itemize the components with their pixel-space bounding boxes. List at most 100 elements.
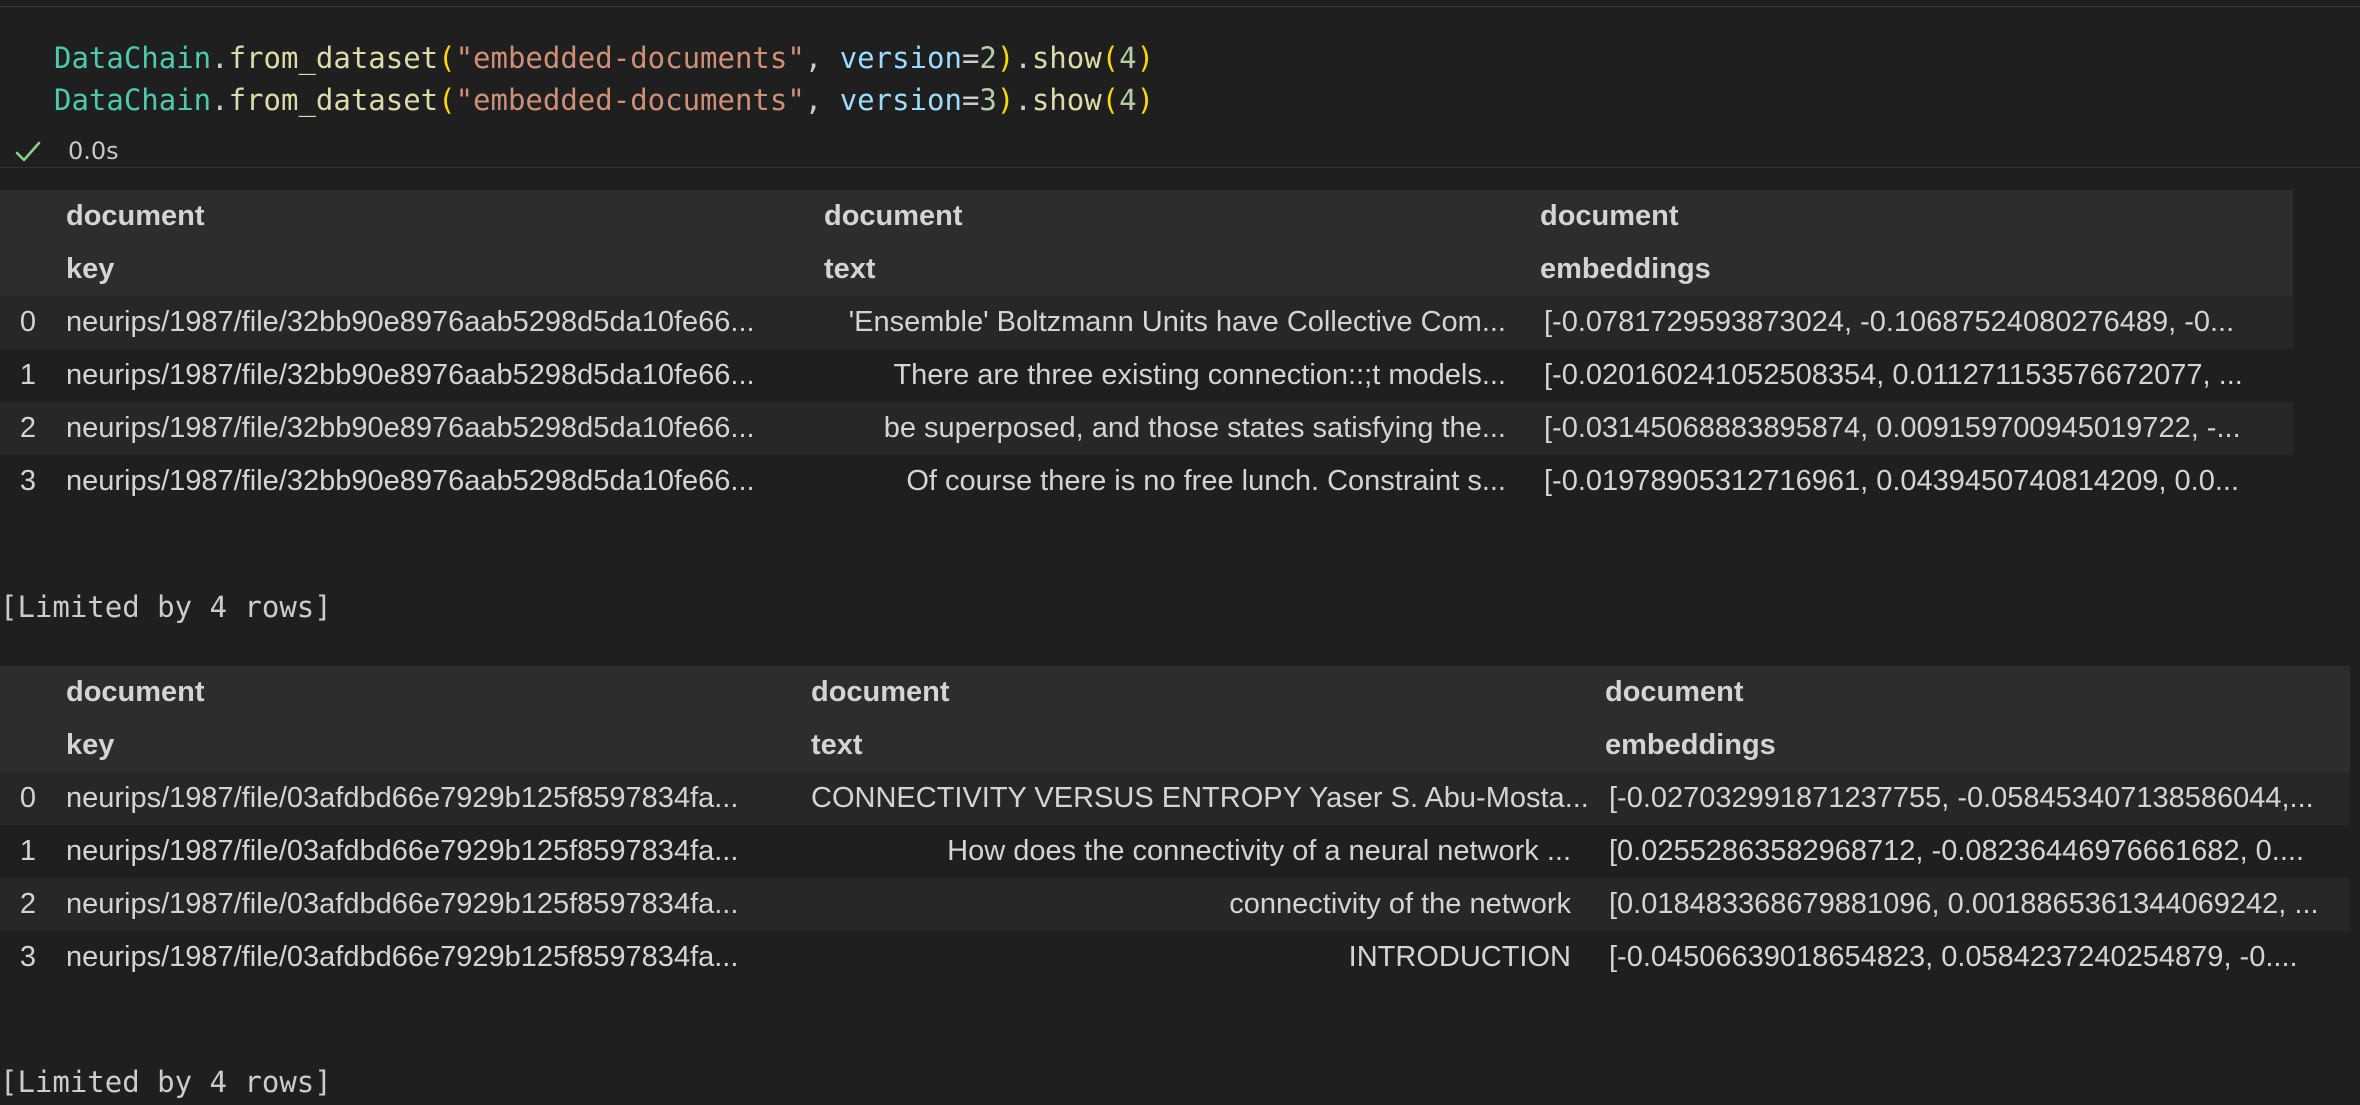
code-token-string: "embedded-documents" xyxy=(455,83,805,117)
subheader-cell: key xyxy=(66,253,115,285)
code-token-equals: = xyxy=(961,41,980,75)
code-token-paren: ) xyxy=(996,83,1015,117)
subheader-cell: text xyxy=(811,729,863,761)
row-index: 2 xyxy=(19,888,37,920)
check-icon xyxy=(15,141,41,162)
key-cell: neurips/1987/file/32bb90e8976aab5298d5da… xyxy=(66,306,755,338)
code-token-paren: ) xyxy=(1136,83,1155,117)
text-cell: Of course there is no free lunch. Constr… xyxy=(906,465,1506,497)
code-token-dot: . xyxy=(1014,41,1032,75)
table-row: 0 neurips/1987/file/32bb90e8976aab5298d5… xyxy=(0,296,2293,349)
subheader-cell xyxy=(0,243,56,296)
row-index: 3 xyxy=(19,465,37,497)
embeddings-cell: [-0.027032991871237755, -0.0584534071385… xyxy=(1609,782,2314,814)
cell-status-row: 0.0s xyxy=(0,131,600,171)
code-line-1[interactable]: DataChain.from_dataset("embedded-documen… xyxy=(54,38,1154,78)
dataframe-table-1: document document document key text embe… xyxy=(0,190,2293,508)
row-index: 0 xyxy=(19,782,37,814)
table-row: 1 neurips/1987/file/32bb90e8976aab5298d5… xyxy=(0,349,2293,402)
code-line-2[interactable]: DataChain.from_dataset("embedded-documen… xyxy=(54,80,1154,120)
code-token-function: from_dataset xyxy=(228,41,439,75)
row-limit-note: [Limited by 4 rows] xyxy=(0,590,332,624)
key-cell: neurips/1987/file/03afdbd66e7929b125f859… xyxy=(66,782,739,814)
embeddings-cell: [-0.03145068883895874, 0.009159700945019… xyxy=(1544,412,2241,444)
code-token-number: 4 xyxy=(1119,83,1137,117)
code-token-paren: ( xyxy=(438,41,456,75)
execution-time: 0.0s xyxy=(68,137,119,165)
row-index: 3 xyxy=(19,941,37,973)
key-cell: neurips/1987/file/32bb90e8976aab5298d5da… xyxy=(66,465,755,497)
code-token-dot: . xyxy=(211,41,229,75)
code-token-number: 4 xyxy=(1119,41,1137,75)
header-cell: document xyxy=(66,676,205,708)
code-token-param: version xyxy=(839,41,962,75)
header-cell: document xyxy=(811,676,950,708)
embeddings-cell: [-0.01978905312716961, 0.043945074081420… xyxy=(1544,465,2240,497)
code-token-string: "embedded-documents" xyxy=(455,41,805,75)
table-row: 3 neurips/1987/file/32bb90e8976aab5298d5… xyxy=(0,455,2293,508)
text-cell: There are three existing connection::;t … xyxy=(893,359,1506,391)
key-cell: neurips/1987/file/03afdbd66e7929b125f859… xyxy=(66,941,739,973)
embeddings-cell: [0.018483368679881096, 0.001886536134406… xyxy=(1609,888,2319,920)
header-cell xyxy=(0,666,56,719)
subheader-cell xyxy=(0,719,56,772)
text-cell: connectivity of the network xyxy=(1229,888,1571,920)
code-token-comma: , xyxy=(804,83,840,117)
embeddings-cell: [-0.020160241052508354, 0.01127115357667… xyxy=(1544,359,2243,391)
header-cell: document xyxy=(1605,676,1744,708)
code-token-function: show xyxy=(1031,41,1102,75)
embeddings-cell: [0.02552863582968712, -0.082364469766616… xyxy=(1609,835,2305,867)
key-cell: neurips/1987/file/03afdbd66e7929b125f859… xyxy=(66,835,739,867)
row-index: 0 xyxy=(19,306,37,338)
code-token-paren: ) xyxy=(996,41,1015,75)
subheader-cell: embeddings xyxy=(1605,729,1776,761)
subheader-cell: embeddings xyxy=(1540,253,1711,285)
table-row: 2 neurips/1987/file/32bb90e8976aab5298d5… xyxy=(0,402,2293,455)
code-token-number: 3 xyxy=(979,83,997,117)
key-cell: neurips/1987/file/03afdbd66e7929b125f859… xyxy=(66,888,739,920)
text-cell: INTRODUCTION xyxy=(1348,941,1571,973)
text-cell: 'Ensemble' Boltzmann Units have Collecti… xyxy=(848,306,1506,338)
embeddings-cell: [-0.0781729593873024, -0.106875240802764… xyxy=(1544,306,2235,338)
code-token-paren: ( xyxy=(438,83,456,117)
code-token-function: from_dataset xyxy=(228,83,439,117)
row-index: 2 xyxy=(19,412,37,444)
code-token-number: 2 xyxy=(979,41,997,75)
code-token-paren: ) xyxy=(1136,41,1155,75)
code-cell[interactable]: DataChain.from_dataset("embedded-documen… xyxy=(0,7,2360,167)
header-cell: document xyxy=(1540,200,1679,232)
key-cell: neurips/1987/file/32bb90e8976aab5298d5da… xyxy=(66,359,755,391)
text-cell: be superposed, and those states satisfyi… xyxy=(883,412,1506,444)
dataframe-table-2: document document document key text embe… xyxy=(0,666,2350,984)
code-token-function: show xyxy=(1031,83,1102,117)
code-token-paren: ( xyxy=(1101,41,1120,75)
header-cell: document xyxy=(824,200,963,232)
code-token-dot: . xyxy=(211,83,229,117)
table-header-row: document document document xyxy=(0,190,2293,243)
header-cell xyxy=(0,190,56,243)
embeddings-cell: [-0.04506639018654823, 0.058423724025487… xyxy=(1609,941,2298,973)
code-token-class: DataChain xyxy=(54,41,212,75)
subheader-cell: key xyxy=(66,729,115,761)
subheader-cell: text xyxy=(824,253,876,285)
code-token-param: version xyxy=(839,83,962,117)
code-token-equals: = xyxy=(961,83,980,117)
text-cell: CONNECTIVITY VERSUS ENTROPY Yaser S. Abu… xyxy=(811,782,1589,814)
code-token-class: DataChain xyxy=(54,83,212,117)
table-subheader-row: key text embeddings xyxy=(0,719,2350,772)
text-cell: How does the connectivity of a neural ne… xyxy=(947,835,1571,867)
code-token-comma: , xyxy=(804,41,840,75)
row-index: 1 xyxy=(19,359,37,391)
table-row: 0 neurips/1987/file/03afdbd66e7929b125f8… xyxy=(0,772,2350,825)
table-row: 1 neurips/1987/file/03afdbd66e7929b125f8… xyxy=(0,825,2350,878)
output-divider xyxy=(0,167,2360,168)
table-row: 2 neurips/1987/file/03afdbd66e7929b125f8… xyxy=(0,878,2350,931)
row-index: 1 xyxy=(19,835,37,867)
table-row: 3 neurips/1987/file/03afdbd66e7929b125f8… xyxy=(0,931,2350,984)
table-subheader-row: key text embeddings xyxy=(0,243,2293,296)
header-cell: document xyxy=(66,200,205,232)
table-header-row: document document document xyxy=(0,666,2350,719)
code-token-dot: . xyxy=(1014,83,1032,117)
key-cell: neurips/1987/file/32bb90e8976aab5298d5da… xyxy=(66,412,755,444)
row-limit-note: [Limited by 4 rows] xyxy=(0,1065,332,1099)
